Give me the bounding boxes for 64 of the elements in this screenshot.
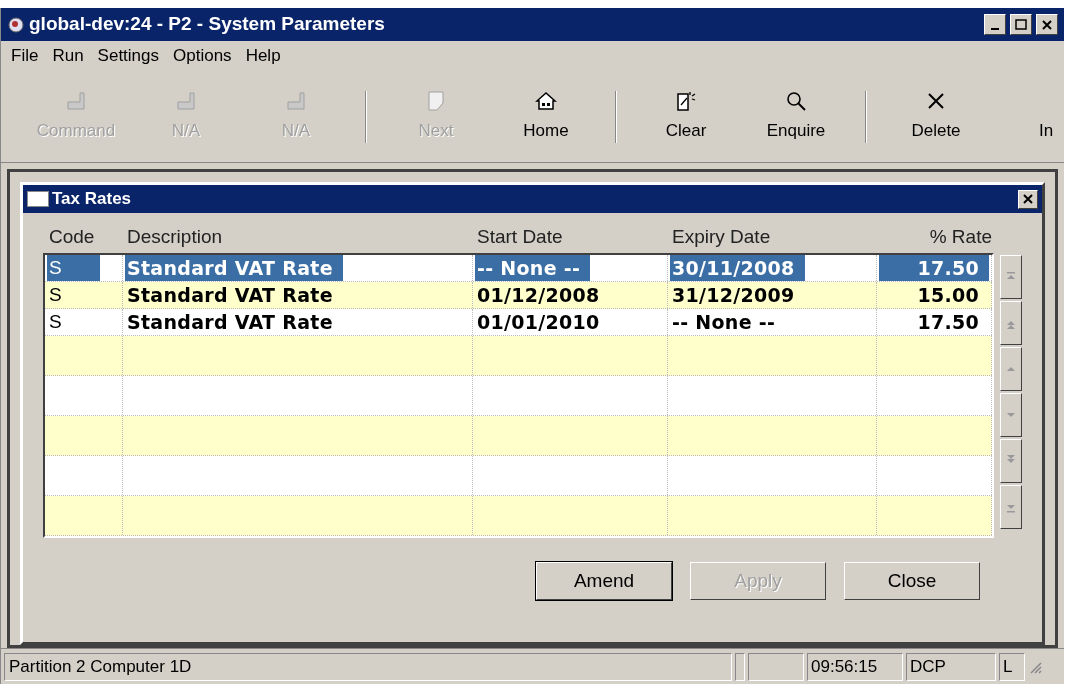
menu-item[interactable]: Help	[239, 43, 287, 69]
column-header[interactable]: Expiry Date	[672, 222, 771, 251]
scroll-first-button[interactable]	[1000, 255, 1022, 299]
maximize-button[interactable]	[1010, 14, 1032, 35]
page-icon	[425, 89, 447, 112]
table-cell: -- None --	[475, 255, 591, 281]
document-spark-icon	[675, 89, 697, 112]
status-message: Partition 2 Computer 1D	[4, 652, 732, 681]
column-header[interactable]: Code	[49, 222, 95, 251]
close-button[interactable]	[1018, 189, 1038, 209]
table-cell-text: 17.50	[916, 309, 980, 335]
table-cell-text: 01/01/2010	[476, 309, 601, 335]
table-cell: 17.50	[879, 255, 989, 281]
dialog-button[interactable]: Close	[844, 562, 980, 600]
table-cell-text: 01/12/2008	[476, 282, 601, 308]
column-header[interactable]: % Rate	[929, 222, 992, 251]
menu-item[interactable]: Run	[46, 43, 90, 69]
column-header[interactable]: Start Date	[477, 222, 563, 251]
table-cell-text: -- None --	[671, 309, 777, 335]
column-header[interactable]: Description	[127, 222, 223, 251]
function-key-icon	[65, 89, 87, 112]
scroll-up-button[interactable]	[1000, 347, 1022, 391]
app-icon	[7, 15, 25, 34]
menu-item[interactable]: Settings	[91, 43, 166, 69]
table-cell-text: 15.00	[916, 282, 980, 308]
table-cell-text: S	[48, 282, 63, 307]
status-panel	[748, 652, 804, 681]
status-panel	[735, 652, 745, 681]
toolbar-button[interactable]: Clear	[631, 89, 741, 144]
dialog-button[interactable]: Amend	[536, 562, 672, 600]
table-cell-text: Standard VAT Rate	[126, 282, 334, 308]
table-cell-text: Standard VAT Rate	[126, 309, 334, 335]
minimize-icon	[991, 27, 999, 30]
scroll-page-down-button[interactable]	[1000, 439, 1022, 483]
function-key-icon	[285, 89, 307, 112]
status-mode: L	[999, 652, 1025, 681]
search-icon	[785, 89, 807, 112]
toolbar-button[interactable]: In	[991, 89, 1064, 144]
menu-item[interactable]: Options	[167, 43, 238, 69]
window-title: global-dev:24 - P2 - System Parameters	[29, 12, 386, 37]
resize-grip-icon	[1028, 659, 1042, 674]
table-cell: S	[47, 255, 100, 281]
dialog-title: Tax Rates	[52, 188, 133, 211]
table-cell: 30/11/2008	[670, 255, 805, 281]
toolbar-button[interactable]: Home	[491, 89, 601, 144]
menu-item[interactable]: File	[5, 43, 45, 69]
function-key-icon	[175, 89, 197, 112]
scroll-last-button[interactable]	[1000, 485, 1022, 529]
scroll-down-button[interactable]	[1000, 393, 1022, 437]
close-icon	[1040, 18, 1054, 31]
close-button[interactable]	[1036, 14, 1058, 35]
close-icon	[1022, 194, 1034, 204]
table-cell-text: 31/12/2009	[671, 282, 796, 308]
minimize-button[interactable]	[984, 14, 1006, 35]
maximize-icon	[1014, 18, 1028, 31]
toolbar-button[interactable]: Delete	[881, 89, 991, 144]
house-icon	[535, 89, 557, 112]
table-cell-text: S	[48, 309, 63, 334]
status-user: DCP	[906, 652, 996, 681]
scroll-page-up-button[interactable]	[1000, 301, 1022, 345]
window-icon	[27, 191, 49, 207]
table-cell: Standard VAT Rate	[125, 255, 343, 281]
status-time: 09:56:15	[807, 652, 903, 681]
toolbar-button[interactable]: Enquire	[741, 89, 851, 144]
